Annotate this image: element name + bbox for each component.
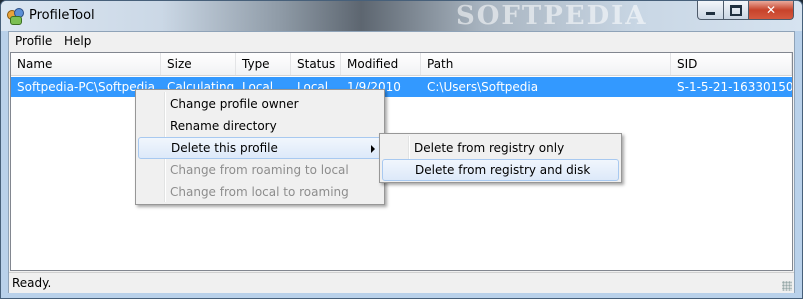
app-icon[interactable] <box>7 8 24 25</box>
menu-item-delete-registry-and-disk[interactable]: Delete from registry and disk <box>382 159 619 181</box>
list-header: Name Size Type Status Modified Path SID <box>11 53 792 76</box>
menu-item-delete-profile-label: Delete this profile <box>171 141 278 155</box>
context-menu: Change profile owner Rename directory De… <box>135 89 385 205</box>
menu-item-rename-directory[interactable]: Rename directory <box>138 115 382 137</box>
column-header-type[interactable]: Type <box>236 53 291 75</box>
title-bar[interactable]: ProfileTool SOFTPEDIA ✕ <box>1 1 802 31</box>
table-row[interactable]: Softpedia-PC\Softpedia Calculating... Lo… <box>11 77 792 97</box>
submenu-arrow-icon <box>371 145 375 153</box>
cell-sid: S-1-5-21-1633015025-30 <box>677 80 792 94</box>
menu-profile[interactable]: Profile <box>15 34 52 48</box>
delete-submenu: Delete from registry only Delete from re… <box>379 133 622 183</box>
minimize-icon <box>706 11 715 15</box>
menu-help[interactable]: Help <box>64 34 91 48</box>
column-header-status[interactable]: Status <box>291 53 341 75</box>
status-text: Ready. <box>12 276 52 290</box>
close-button[interactable]: ✕ <box>748 1 794 20</box>
menu-bar: Profile Help <box>9 32 794 51</box>
watermark: SOFTPEDIA <box>456 1 648 31</box>
window-title: ProfileTool <box>29 8 95 23</box>
column-header-modified[interactable]: Modified <box>341 53 421 75</box>
maximize-icon <box>730 4 742 16</box>
menu-item-delete-registry-only[interactable]: Delete from registry only <box>382 137 619 159</box>
column-header-name[interactable]: Name <box>11 53 161 75</box>
status-bar: Ready. <box>9 272 794 293</box>
cell-path: C:\Users\Softpedia <box>427 80 539 94</box>
close-icon: ✕ <box>765 3 777 17</box>
menu-item-change-owner[interactable]: Change profile owner <box>138 93 382 115</box>
menu-item-local-to-roaming[interactable]: Change from local to roaming <box>138 181 382 203</box>
column-header-path[interactable]: Path <box>421 53 671 75</box>
menu-item-roaming-to-local[interactable]: Change from roaming to local <box>138 159 382 181</box>
column-header-sid[interactable]: SID <box>671 53 792 75</box>
size-grip-icon[interactable] <box>782 281 792 291</box>
maximize-button[interactable] <box>723 1 749 20</box>
menu-item-delete-profile[interactable]: Delete this profile <box>138 137 382 159</box>
column-header-size[interactable]: Size <box>161 53 236 75</box>
minimize-button[interactable] <box>697 1 724 20</box>
